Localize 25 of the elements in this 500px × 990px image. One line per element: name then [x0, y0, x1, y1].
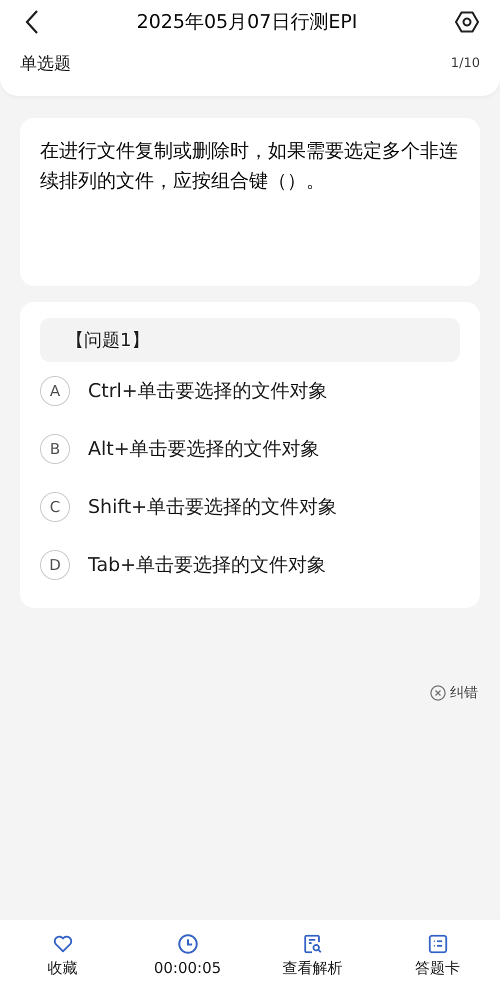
option-letter[interactable]: B: [40, 434, 70, 464]
option-text[interactable]: Tab+单击要选择的文件对象: [88, 552, 326, 578]
bottom-tab[interactable]: 答题卡: [375, 932, 500, 978]
question-heading: 【问题1】: [40, 318, 460, 362]
option-text[interactable]: Ctrl+单击要选择的文件对象: [88, 378, 328, 404]
question-type: 单选题: [20, 53, 71, 75]
option-letter[interactable]: D: [40, 550, 70, 580]
option-letter[interactable]: A: [40, 376, 70, 406]
list-icon: [426, 932, 448, 954]
option-letter[interactable]: C: [40, 492, 70, 522]
clock-icon: [176, 933, 198, 955]
close-icon: [430, 685, 446, 701]
heart-icon: [52, 932, 74, 954]
bottom-tab[interactable]: 00:00:05: [125, 933, 250, 977]
page-title: 2025年05月07日行测EPI: [136, 10, 358, 35]
progress-counter: 1/10: [450, 56, 480, 71]
document-search-icon: [302, 932, 324, 954]
option-text[interactable]: Shift+单击要选择的文件对象: [88, 494, 338, 520]
settings-icon[interactable]: [454, 9, 480, 35]
report-error-button[interactable]: 纠错: [430, 684, 478, 702]
option-text[interactable]: Alt+单击要选择的文件对象: [88, 436, 320, 462]
bottom-tab[interactable]: 查看解析: [250, 932, 375, 978]
question-text: 在进行文件复制或删除时，如果需要选定多个非连续排列的文件，应按组合键（）。: [40, 139, 459, 194]
back-icon[interactable]: [24, 9, 40, 35]
bottom-tab[interactable]: 收藏: [0, 932, 125, 978]
